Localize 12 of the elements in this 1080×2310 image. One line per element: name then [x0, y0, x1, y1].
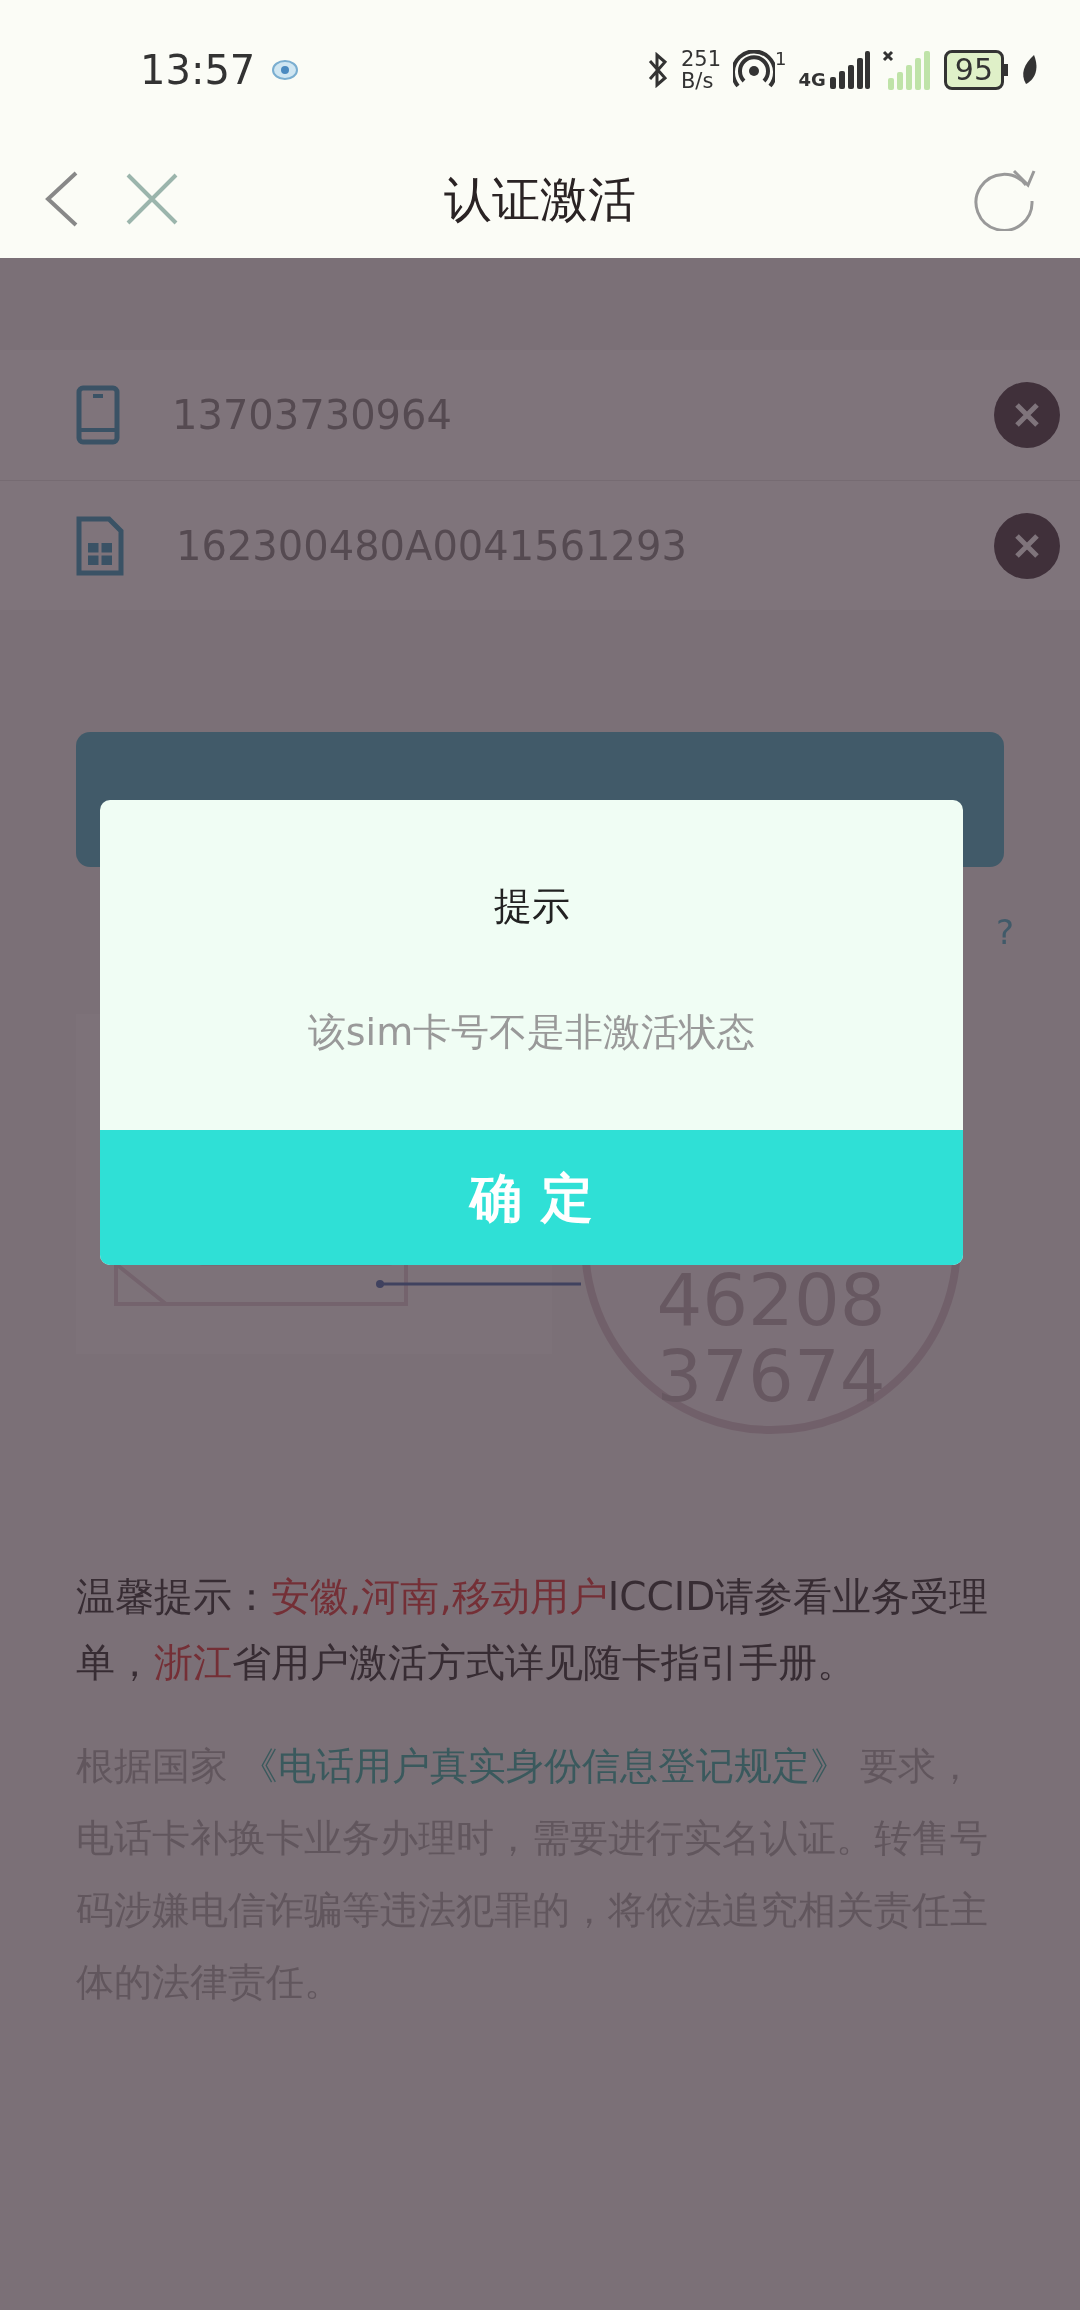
dialog-message: 该sim卡号不是非激活状态	[307, 1009, 756, 1056]
network-type: 4G	[798, 71, 826, 89]
regulation-link[interactable]: 《电话用户真实身份信息登记规定》	[228, 1744, 861, 1788]
clock: 13:57	[140, 46, 256, 95]
confirm-button[interactable]: 确 定	[100, 1130, 963, 1265]
page-title: 认证激活	[444, 171, 636, 227]
dialog-title: 提示	[493, 883, 570, 930]
hotspot-count: 1	[775, 50, 787, 68]
notice-text: 温馨提示：安徽,河南,移动用户ICCID请参看业务受理单，浙江省用户激活方式详见随卡指引手册。	[76, 1573, 990, 1687]
help-link[interactable]: ?	[995, 907, 1014, 958]
network-speed: 251 B/s	[680, 48, 722, 92]
battery-indicator: 95	[943, 50, 1004, 90]
